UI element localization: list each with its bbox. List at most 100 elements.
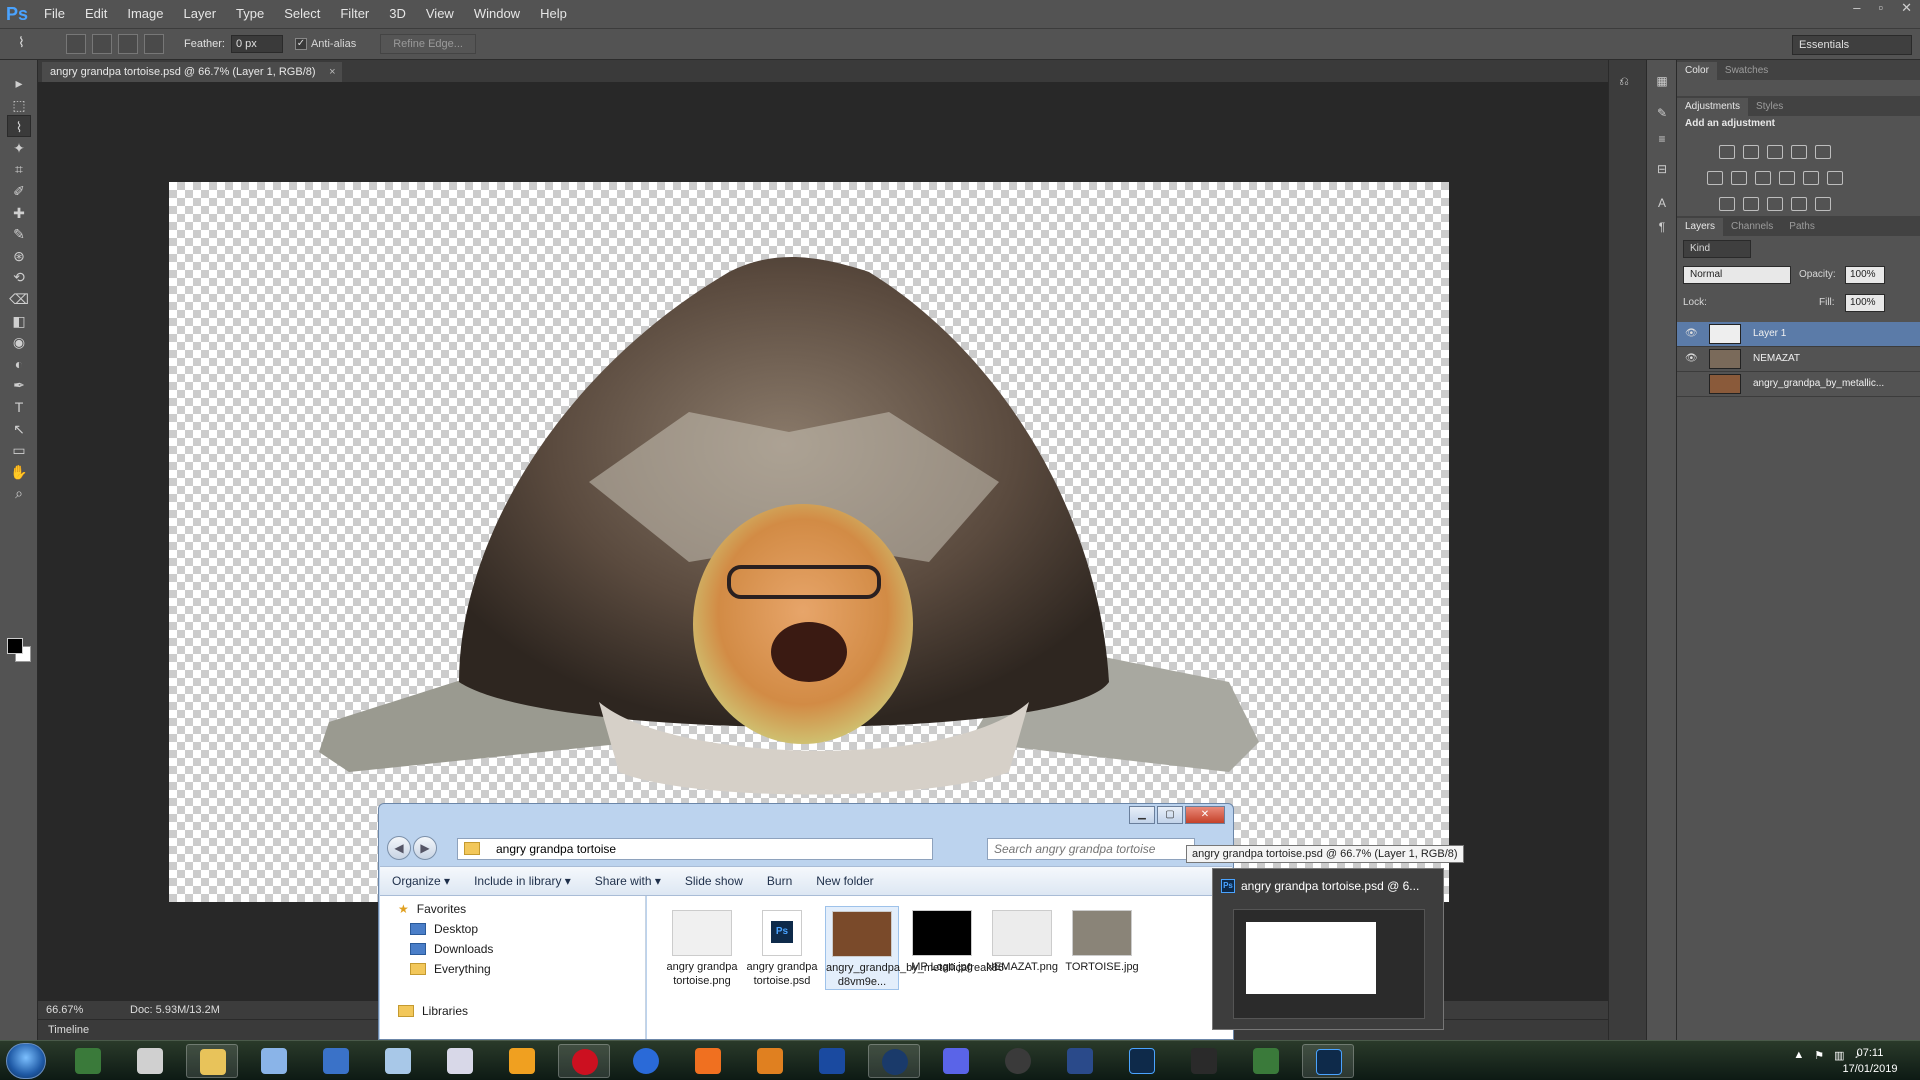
nav-everything[interactable]: Everything [410, 962, 491, 976]
close-button[interactable]: ✕ [1185, 806, 1225, 824]
brightness-contrast-icon[interactable] [1719, 145, 1735, 159]
taskbar-firefox[interactable] [682, 1044, 734, 1078]
nav-libraries[interactable]: Libraries [398, 1004, 468, 1018]
healing-brush-tool[interactable]: ✚ [7, 202, 31, 224]
minimize-button[interactable]: ▁ [1129, 806, 1155, 824]
hand-tool[interactable]: ✋ [7, 461, 31, 483]
levels-icon[interactable] [1743, 145, 1759, 159]
tab-swatches[interactable]: Swatches [1717, 62, 1776, 80]
rectangle-tool[interactable]: ▭ [7, 439, 31, 461]
crop-tool[interactable]: ⌗ [7, 158, 31, 180]
exposure-icon[interactable] [1791, 145, 1807, 159]
tray-arrow-icon[interactable]: ▲ [1793, 1049, 1804, 1062]
tab-paths[interactable]: Paths [1781, 218, 1823, 236]
antialias-checkbox[interactable]: ✓ Anti-alias [294, 38, 356, 50]
flag-icon[interactable]: ⚑ [1814, 1049, 1824, 1062]
eraser-tool[interactable]: ⌫ [7, 288, 31, 310]
magic-wand-tool[interactable]: ✦ [7, 137, 31, 159]
blend-mode-select[interactable]: Normal [1683, 266, 1791, 284]
eyedropper-tool[interactable]: ✐ [7, 180, 31, 202]
vibrance-icon[interactable] [1815, 145, 1831, 159]
taskbar-computer[interactable] [62, 1044, 114, 1078]
history-brush-tool[interactable]: ⟲ [7, 266, 31, 288]
clone-stamp-tool[interactable]: ⊛ [7, 245, 31, 267]
zoom-level[interactable]: 66.67% [38, 1004, 90, 1016]
forward-button[interactable]: ▶ [413, 836, 437, 860]
taskbar-discord[interactable] [930, 1044, 982, 1078]
add-selection-icon[interactable] [92, 34, 112, 54]
close-button[interactable]: ✕ [1901, 0, 1912, 20]
clone-source-icon[interactable]: ⊟ [1653, 162, 1671, 178]
feather-input[interactable] [230, 35, 283, 53]
menu-view[interactable]: View [416, 0, 464, 28]
taskbar-file-explorer[interactable] [186, 1044, 238, 1078]
threshold-icon[interactable] [1767, 197, 1783, 211]
restore-button[interactable]: ▫ [1878, 0, 1883, 20]
close-icon[interactable]: × [329, 62, 335, 82]
taskbar-preview[interactable]: Ps angry grandpa tortoise.psd @ 6... [1212, 868, 1444, 1030]
paint-bucket-tool[interactable]: ◧ [7, 310, 31, 332]
tab-channels[interactable]: Channels [1723, 218, 1781, 236]
file-item[interactable]: Ps angry grandpa tortoise.psd [745, 906, 819, 988]
black-white-icon[interactable] [1755, 171, 1771, 185]
file-item[interactable]: MP Logo.jpg [905, 906, 979, 974]
eye-hidden-icon[interactable] [1685, 378, 1699, 390]
tab-adjustments[interactable]: Adjustments [1677, 98, 1749, 116]
taskbar-photoshop-active[interactable] [1302, 1044, 1354, 1078]
taskbar-obs[interactable] [992, 1044, 1044, 1078]
selective-color-icon[interactable] [1791, 197, 1807, 211]
menu-filter[interactable]: Filter [330, 0, 379, 28]
menu-select[interactable]: Select [274, 0, 330, 28]
eye-icon[interactable]: 👁 [1685, 353, 1699, 365]
taskbar-video-editor[interactable] [1178, 1044, 1230, 1078]
invert-icon[interactable] [1719, 197, 1735, 211]
nav-downloads[interactable]: Downloads [410, 942, 493, 956]
path-selection-tool[interactable]: ↖ [7, 418, 31, 440]
tab-color[interactable]: Color [1677, 62, 1717, 80]
menu-window[interactable]: Window [464, 0, 530, 28]
refine-edge-button[interactable]: Refine Edge... [380, 34, 476, 54]
include-in-library-button[interactable]: Include in library ▾ [462, 874, 583, 888]
layer-row[interactable]: 👁 NEMAZAT [1677, 347, 1920, 372]
opacity-input[interactable]: 100% [1845, 266, 1885, 284]
minimize-button[interactable]: – [1853, 0, 1860, 20]
taskbar-paint[interactable] [310, 1044, 362, 1078]
document-tab[interactable]: angry grandpa tortoise.psd @ 66.7% (Laye… [42, 62, 342, 82]
taskbar-calculator[interactable] [434, 1044, 486, 1078]
new-selection-icon[interactable] [66, 34, 86, 54]
move-tool[interactable]: ▸ [7, 72, 31, 94]
brush-presets-icon[interactable]: ✎ [1653, 106, 1671, 122]
color-lookup-icon[interactable] [1827, 171, 1843, 185]
subtract-selection-icon[interactable] [118, 34, 138, 54]
taskbar-remote-desktop[interactable] [1054, 1044, 1106, 1078]
tab-styles[interactable]: Styles [1748, 98, 1791, 116]
address-bar[interactable]: angry grandpa tortoise [457, 838, 933, 860]
file-item[interactable]: angry grandpa tortoise.png [665, 906, 739, 988]
search-input[interactable] [987, 838, 1195, 860]
explorer-titlebar[interactable]: ▁ ▢ ✕ [379, 804, 1233, 830]
tool-presets-icon[interactable]: ≡ [1653, 132, 1671, 148]
taskbar-monitor[interactable] [1240, 1044, 1292, 1078]
zoom-tool[interactable]: ⌕ [7, 482, 31, 504]
posterize-icon[interactable] [1743, 197, 1759, 211]
taskbar-globe[interactable] [620, 1044, 672, 1078]
taskbar-winamp[interactable] [496, 1044, 548, 1078]
document-canvas[interactable] [169, 182, 1449, 902]
taskbar-malwarebytes[interactable] [806, 1044, 858, 1078]
fill-input[interactable]: 100% [1845, 294, 1885, 312]
polygonal-lasso-tool[interactable]: ⌇ [7, 115, 31, 138]
burn-button[interactable]: Burn [755, 874, 804, 888]
gradient-map-icon[interactable] [1815, 197, 1831, 211]
layer-filter-kind[interactable]: Kind [1683, 240, 1751, 258]
tab-layers[interactable]: Layers [1677, 218, 1724, 236]
color-balance-icon[interactable] [1731, 171, 1747, 185]
taskbar-clock[interactable]: 07:11 17/01/2019 [1832, 1045, 1908, 1077]
layer-row[interactable]: angry_grandpa_by_metallic... [1677, 372, 1920, 397]
taskbar-opera[interactable] [558, 1044, 610, 1078]
workspace-select[interactable]: Essentials [1792, 35, 1912, 55]
share-with-button[interactable]: Share with ▾ [583, 874, 673, 888]
type-tool[interactable]: T [7, 396, 31, 418]
marquee-tool[interactable]: ⬚ [7, 94, 31, 116]
file-item[interactable]: angry_grandpa_by_metallicafreak86-d8vm9e… [825, 906, 1008, 990]
file-item[interactable]: TORTOISE.jpg [1065, 906, 1139, 974]
